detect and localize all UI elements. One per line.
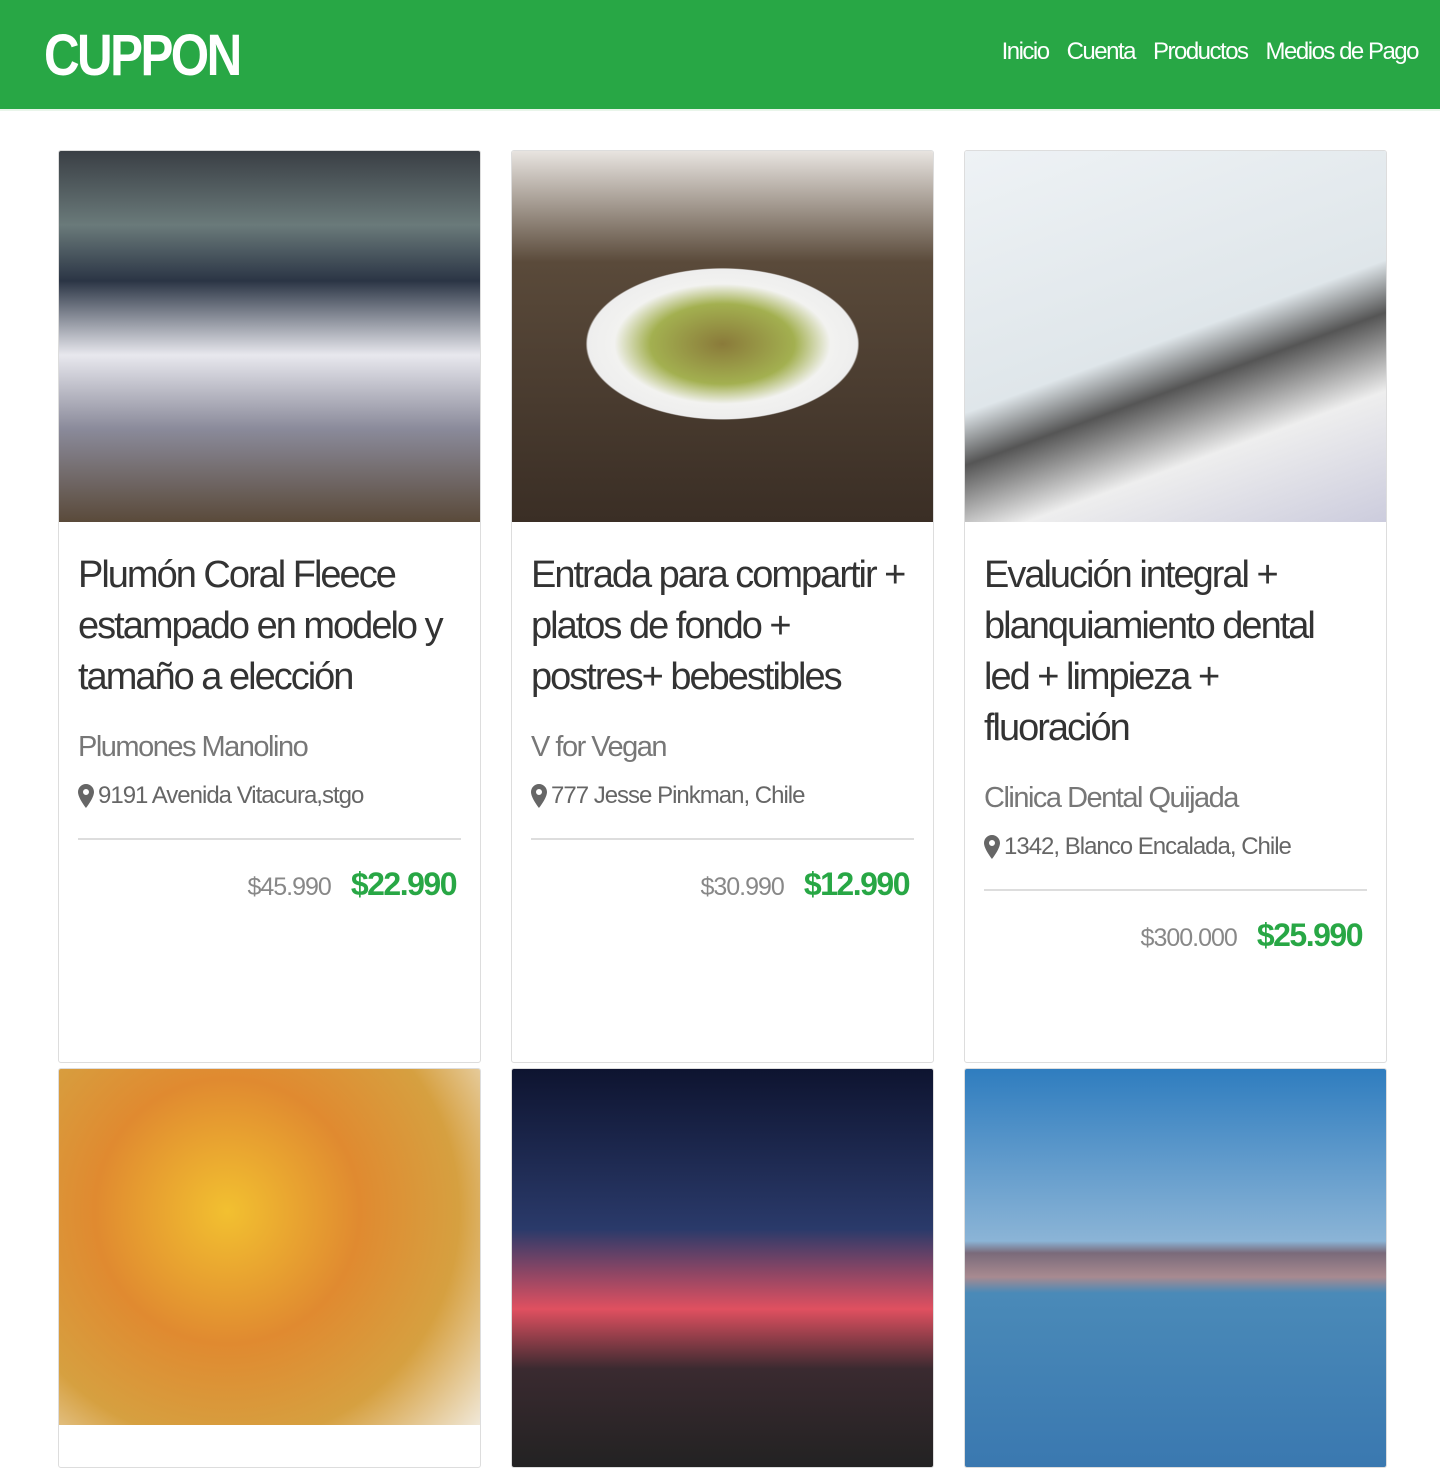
product-image[interactable] bbox=[59, 1069, 480, 1425]
logo[interactable]: CUPPON bbox=[44, 22, 242, 89]
store-name: Clinica Dental Quijada bbox=[984, 782, 1239, 814]
product-card[interactable]: Plumón Coral Fleece estampado en modelo … bbox=[58, 150, 481, 1063]
nav-productos[interactable]: Productos bbox=[1153, 38, 1249, 66]
nav-medios-de-pago[interactable]: Medios de Pago bbox=[1266, 38, 1420, 66]
product-grid: Plumón Coral Fleece estampado en modelo … bbox=[58, 150, 1387, 1468]
map-pin-icon bbox=[531, 784, 547, 808]
product-title[interactable]: Plumón Coral Fleece estampado en modelo … bbox=[78, 550, 461, 703]
product-card[interactable] bbox=[58, 1068, 481, 1468]
map-pin-icon bbox=[984, 835, 1000, 859]
product-card[interactable]: Evalución integral + blanquiamiento dent… bbox=[964, 150, 1387, 1063]
store-name: Plumones Manolino bbox=[78, 731, 309, 763]
original-price: $30.990 bbox=[700, 873, 784, 901]
product-image[interactable] bbox=[965, 151, 1386, 522]
product-card[interactable] bbox=[511, 1068, 934, 1468]
divider bbox=[78, 838, 461, 840]
divider bbox=[531, 838, 914, 840]
store-name: V for Vegan bbox=[531, 731, 668, 763]
map-pin-icon bbox=[78, 784, 94, 808]
discount-price: $22.990 bbox=[350, 866, 458, 902]
original-price: $45.990 bbox=[247, 873, 331, 901]
product-image[interactable] bbox=[512, 151, 933, 522]
discount-price: $25.990 bbox=[1256, 917, 1364, 953]
original-price: $300.000 bbox=[1140, 924, 1238, 952]
navbar: CUPPON Inicio Cuenta Productos Medios de… bbox=[0, 0, 1440, 111]
address: 9191 Avenida Vitacura,stgo bbox=[98, 782, 364, 809]
nav-inicio[interactable]: Inicio bbox=[1002, 38, 1051, 66]
nav-cuenta[interactable]: Cuenta bbox=[1067, 38, 1137, 66]
discount-price: $12.990 bbox=[803, 866, 911, 902]
product-title[interactable]: Entrada para compartir + platos de fondo… bbox=[531, 550, 914, 703]
address: 1342, Blanco Encalada, Chile bbox=[1004, 833, 1292, 860]
address: 777 Jesse Pinkman, Chile bbox=[551, 782, 805, 809]
product-title[interactable]: Evalución integral + blanquiamiento dent… bbox=[984, 550, 1367, 754]
product-image[interactable] bbox=[512, 1069, 933, 1467]
product-card[interactable]: Entrada para compartir + platos de fondo… bbox=[511, 150, 934, 1063]
product-card[interactable] bbox=[964, 1068, 1387, 1468]
product-image[interactable] bbox=[965, 1069, 1386, 1467]
divider bbox=[984, 889, 1367, 891]
product-image[interactable] bbox=[59, 151, 480, 522]
